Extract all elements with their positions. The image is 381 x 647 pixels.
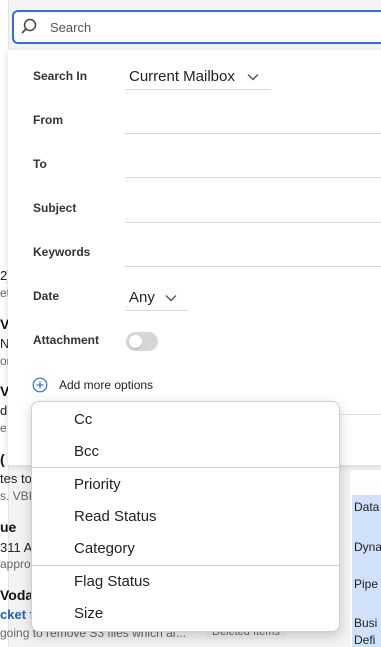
list-fragment: d: [0, 403, 8, 418]
keywords-field[interactable]: [125, 240, 381, 264]
to-field[interactable]: [125, 152, 381, 176]
date-dropdown[interactable]: Any: [125, 283, 188, 311]
to-label: To: [33, 157, 47, 171]
keywords-label: Keywords: [33, 245, 91, 259]
list-fragment: ue: [0, 519, 17, 535]
attachment-label: Attachment: [33, 333, 100, 347]
search-in-value: Current Mailbox: [129, 68, 235, 85]
menu-item-flag-status[interactable]: Flag Status: [74, 573, 150, 590]
list-fragment: appro: [0, 557, 31, 571]
search-in-dropdown[interactable]: Current Mailbox: [125, 62, 271, 90]
subject-underline: [125, 222, 381, 223]
menu-separator: [32, 467, 339, 468]
chevron-down-icon: [247, 74, 259, 81]
search-in-label: Search In: [33, 69, 88, 83]
menu-separator: [32, 565, 339, 566]
date-underline: [125, 310, 188, 311]
date-value: Any: [129, 289, 155, 306]
add-circle-icon[interactable]: [32, 377, 48, 393]
panel-divider: [340, 414, 381, 415]
menu-item-cc[interactable]: Cc: [74, 411, 92, 428]
search-icon: [21, 18, 37, 34]
menu-item-bcc[interactable]: Bcc: [74, 443, 99, 460]
list-fragment: 311 A: [0, 540, 33, 555]
pane-fragment: Dyna: [354, 540, 381, 554]
list-fragment-link[interactable]: cket f: [0, 607, 34, 622]
pane-fragment: Busi: [354, 616, 378, 630]
from-label: From: [33, 113, 63, 127]
from-underline: [125, 133, 381, 134]
search-in-underline: [125, 89, 271, 90]
pane-fragment: Data: [354, 500, 380, 514]
keywords-underline: [125, 266, 381, 267]
list-fragment: tes to: [0, 471, 32, 486]
to-underline: [125, 177, 381, 178]
attachment-toggle[interactable]: [126, 332, 158, 351]
menu-item-read-status[interactable]: Read Status: [74, 508, 157, 525]
subject-field[interactable]: [125, 196, 381, 220]
menu-item-priority[interactable]: Priority: [74, 476, 121, 493]
list-fragment: (: [0, 451, 5, 467]
chevron-down-icon: [165, 295, 177, 302]
menu-item-category[interactable]: Category: [74, 540, 135, 557]
search-input[interactable]: [50, 17, 350, 37]
pane-fragment: Defi: [354, 633, 376, 647]
subject-label: Subject: [33, 201, 77, 215]
date-label: Date: [33, 289, 60, 303]
toggle-knob: [129, 335, 142, 348]
menu-item-size[interactable]: Size: [74, 605, 103, 622]
pane-fragment: Pipe: [354, 577, 379, 591]
add-more-options-button[interactable]: Add more options: [59, 378, 153, 392]
from-field[interactable]: [125, 108, 381, 132]
